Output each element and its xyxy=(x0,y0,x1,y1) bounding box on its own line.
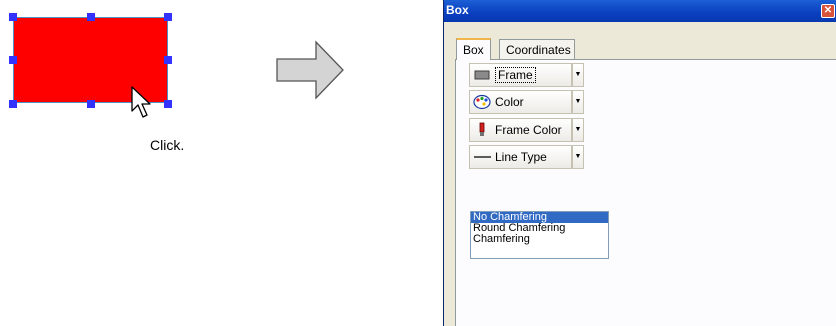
tab-box[interactable]: Box xyxy=(456,38,491,60)
frame-color-button[interactable]: Frame Color xyxy=(469,118,572,142)
color-dropdown-button[interactable]: ▼ xyxy=(572,90,584,114)
frame-dropdown-button[interactable]: ▼ xyxy=(572,63,584,87)
color-button[interactable]: Color xyxy=(469,90,572,114)
window-titlebar[interactable]: Box xyxy=(444,0,836,22)
frame-rect-icon xyxy=(473,67,493,83)
mouse-cursor-icon xyxy=(131,86,151,118)
close-button[interactable]: ✕ xyxy=(821,4,835,18)
frame-button-label: Frame xyxy=(495,67,536,83)
frame-color-button-main[interactable]: Frame Color xyxy=(470,119,562,141)
selection-handle-top-middle[interactable] xyxy=(87,13,95,21)
selection-handle-bottom-right[interactable] xyxy=(164,100,172,108)
frame-color-button-label: Frame Color xyxy=(495,123,562,137)
click-caption: Click. xyxy=(150,137,185,153)
line-type-button-label: Line Type xyxy=(495,150,547,164)
color-button-main[interactable]: Color xyxy=(470,91,524,113)
frame-button-main[interactable]: Frame xyxy=(470,64,536,86)
chamfer-listbox[interactable]: No Chamfering Round Chamfering Chamferin… xyxy=(470,211,609,259)
selection-handle-top-left[interactable] xyxy=(9,13,17,21)
selection-handle-middle-left[interactable] xyxy=(9,56,17,64)
brush-icon xyxy=(473,122,493,138)
color-button-label: Color xyxy=(495,95,524,109)
line-icon xyxy=(473,149,493,165)
tab-box-label: Box xyxy=(463,43,484,57)
frame-button[interactable]: Frame xyxy=(469,63,572,87)
line-type-button-main[interactable]: Line Type xyxy=(470,146,547,168)
window-title: Box xyxy=(446,3,469,17)
selection-handle-top-right[interactable] xyxy=(164,13,172,21)
tab-coordinates-label: Coordinates xyxy=(506,43,571,57)
selection-handle-bottom-left[interactable] xyxy=(9,100,17,108)
line-type-dropdown-button[interactable]: ▼ xyxy=(572,145,584,169)
box-dialog-window: Box ✕ Box Coordinates Frame ▼ Color ▼ Fr… xyxy=(443,0,836,326)
shape-illustration xyxy=(0,0,190,160)
palette-icon xyxy=(473,94,493,110)
tab-coordinates[interactable]: Coordinates xyxy=(499,39,575,59)
selection-handle-bottom-middle[interactable] xyxy=(87,100,95,108)
line-type-button[interactable]: Line Type xyxy=(469,145,572,169)
right-arrow-icon xyxy=(276,40,344,100)
chamfer-option-chamfering[interactable]: Chamfering xyxy=(471,234,608,245)
frame-color-dropdown-button[interactable]: ▼ xyxy=(572,118,584,142)
selection-handle-middle-right[interactable] xyxy=(164,56,172,64)
